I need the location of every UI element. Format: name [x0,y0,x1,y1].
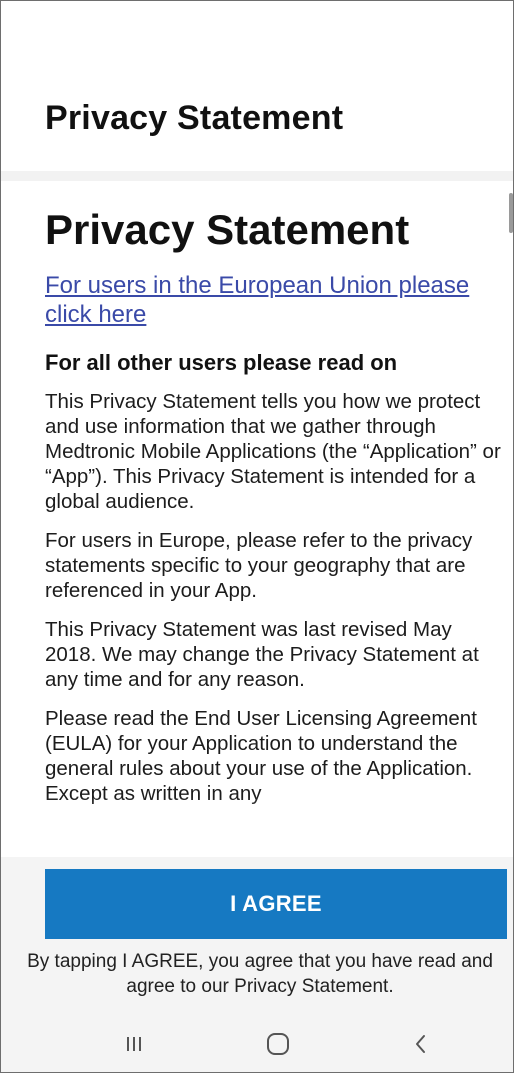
paragraph-revised: This Privacy Statement was last revised … [45,618,479,691]
scrollbar[interactable] [509,193,513,233]
phone-screen: Privacy Statement Privacy Statement For … [0,0,514,1073]
system-nav-bar [1,1015,513,1072]
document-title: Privacy Statement [45,206,410,253]
paragraph-eula: Please read the End User Licensing Agree… [45,707,477,805]
recent-apps-button[interactable] [94,1015,174,1072]
eu-users-link[interactable]: For users in the European Union please c… [45,271,507,329]
privacy-content[interactable]: Privacy Statement For users in the Europ… [1,181,513,857]
home-icon [267,1032,289,1055]
back-button[interactable] [381,1015,461,1072]
privacy-content-body: Privacy Statement For users in the Europ… [45,205,507,820]
header-divider [1,171,513,181]
agreement-footer: I AGREE By tapping I AGREE, you agree th… [1,857,513,1015]
back-icon [416,1034,425,1053]
app-header: Privacy Statement [1,1,513,171]
paragraph-europe: For users in Europe, please refer to the… [45,529,473,602]
page-title: Privacy Statement [45,99,344,137]
paragraph-intro: This Privacy Statement tells you how we … [45,390,501,513]
agree-note: By tapping I AGREE, you agree that you h… [27,951,493,997]
home-button[interactable] [238,1015,318,1072]
agree-button[interactable]: I AGREE [45,869,507,939]
other-users-heading: For all other users please read on [45,350,398,375]
recent-apps-icon [127,1036,141,1051]
